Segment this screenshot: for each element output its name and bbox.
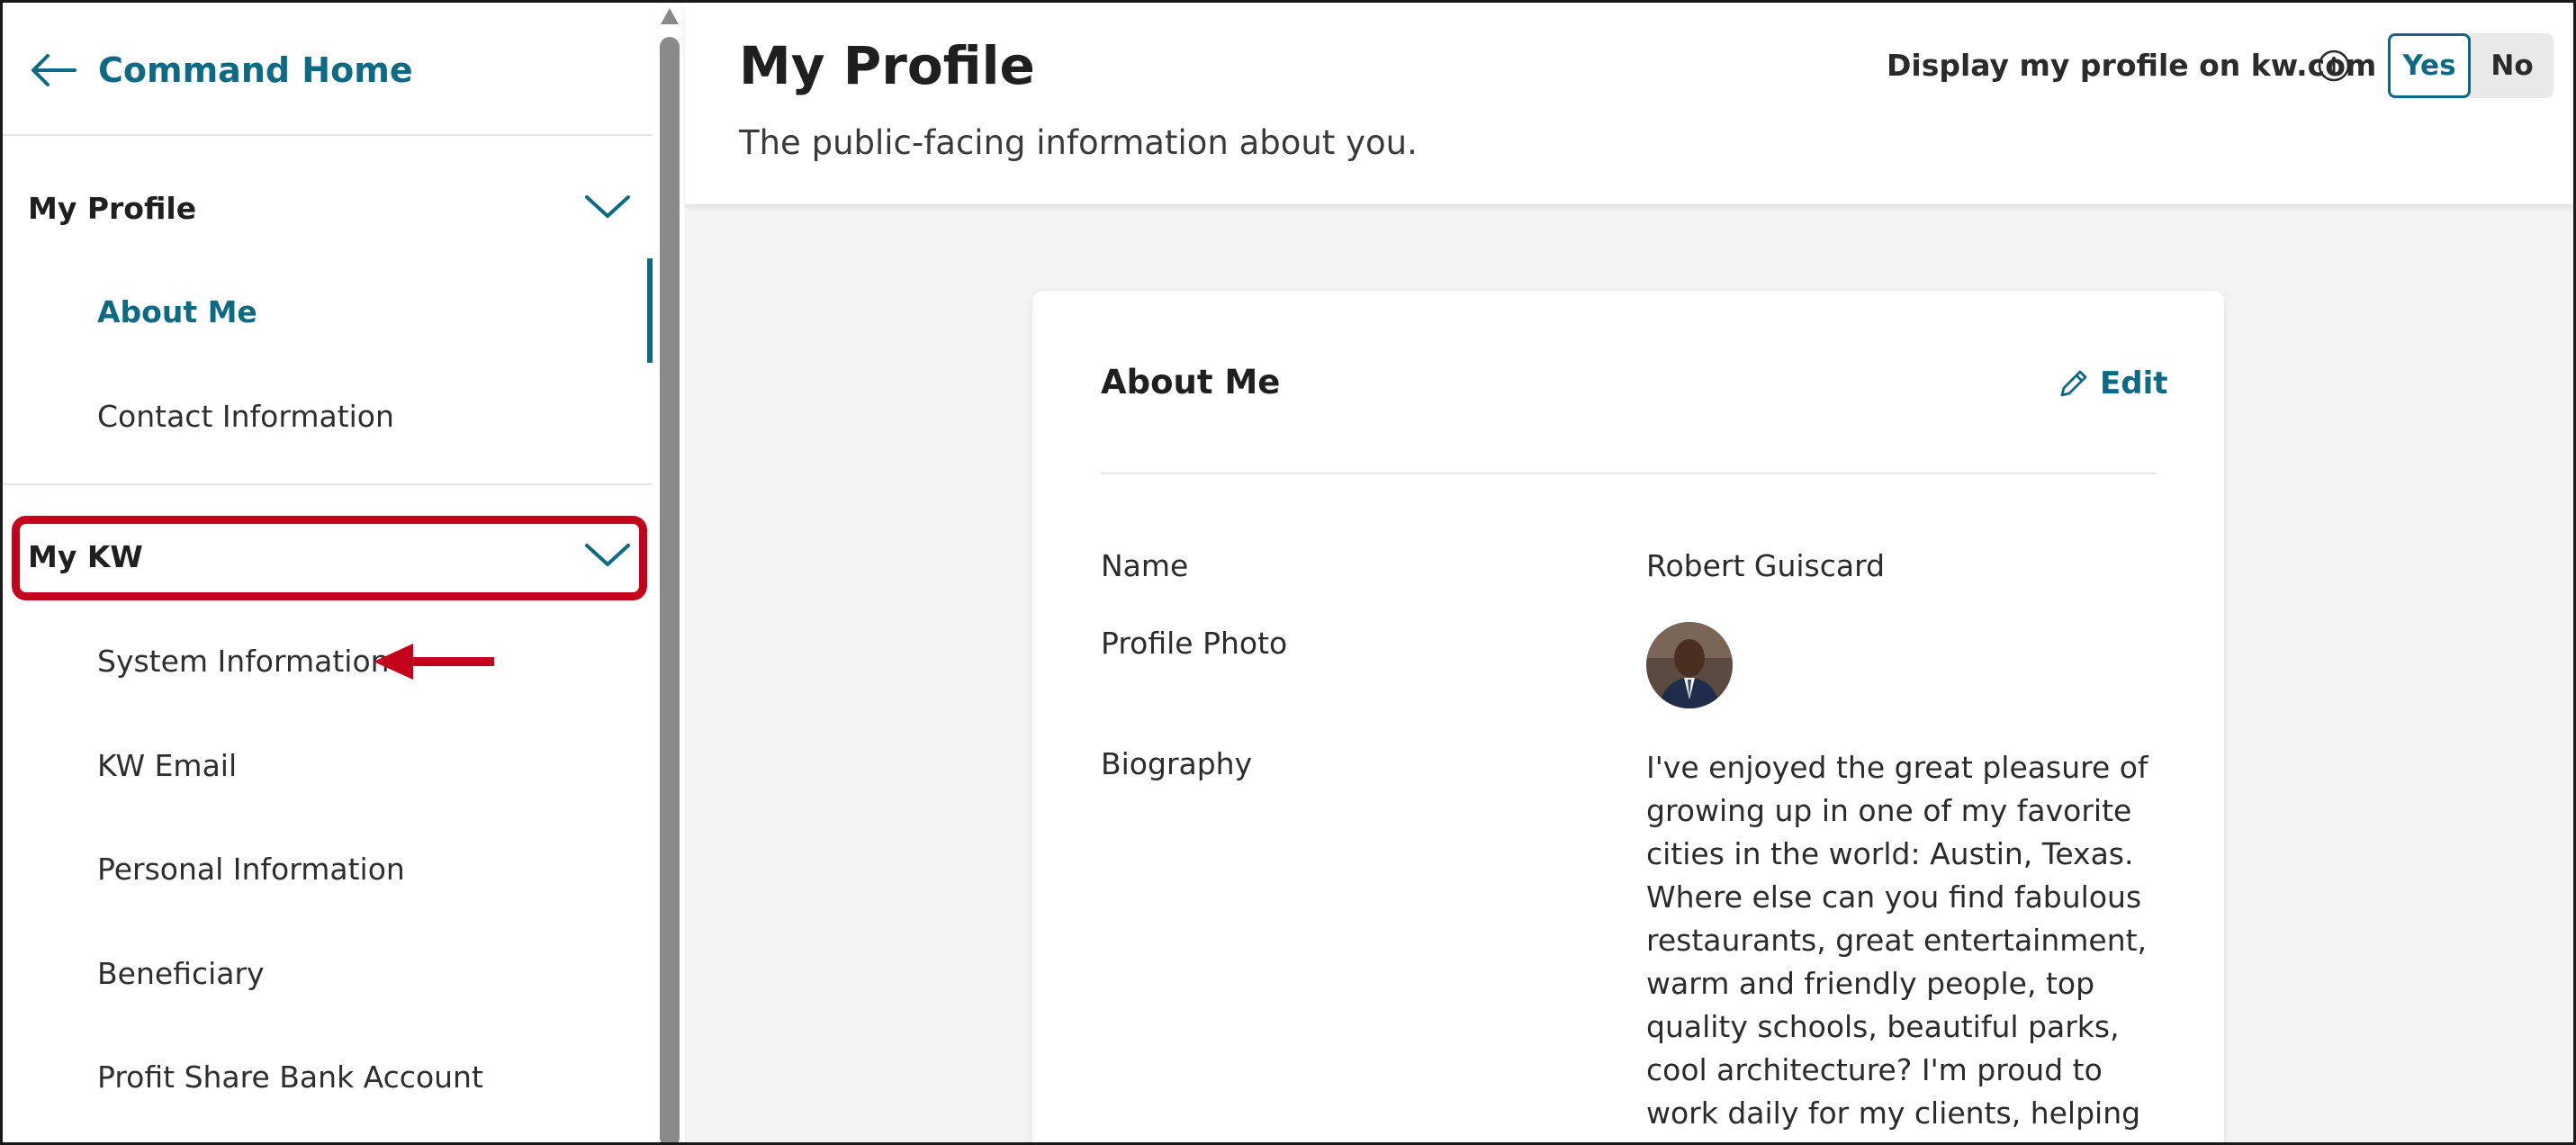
about-me-card: About Me Edit Name Robert Guiscard Profi… (1032, 291, 2224, 1142)
callout-highlight-box (12, 516, 647, 600)
toggle-no-button[interactable]: No (2471, 33, 2553, 98)
card-title: About Me (1101, 363, 1281, 401)
section-my-profile[interactable]: My Profile (28, 176, 631, 239)
page-title: My Profile (739, 35, 1035, 96)
page-subtitle: The public-facing information about you. (739, 123, 1418, 162)
command-home-link[interactable]: Command Home (28, 39, 413, 102)
profile-photo-label: Profile Photo (1101, 626, 1288, 661)
display-profile-label: Display my profile on kw.com (1887, 48, 2377, 83)
section-label: My Profile (28, 190, 197, 226)
card-divider (1101, 473, 2156, 474)
edit-button[interactable]: Edit (2057, 361, 2167, 406)
sidebar: Command Home My Profile About Me Contact… (3, 3, 685, 1142)
sidebar-item-system-information[interactable]: System Information (97, 634, 390, 688)
biography-text: I've enjoyed the great pleasure of growi… (1646, 750, 2148, 1142)
command-home-label: Command Home (98, 50, 413, 90)
callout-arrow-icon (374, 644, 494, 680)
sidebar-item-profit-share-bank-account[interactable]: Profit Share Bank Account (97, 1050, 483, 1104)
scroll-up-icon[interactable] (659, 6, 680, 26)
sidebar-item-beneficiary[interactable]: Beneficiary (97, 946, 265, 1000)
sidebar-item-personal-information[interactable]: Personal Information (97, 842, 405, 896)
chevron-down-icon (584, 193, 631, 223)
pencil-icon (2060, 370, 2087, 397)
arrow-left-icon (32, 54, 77, 86)
sidebar-divider (3, 134, 653, 136)
avatar (1646, 622, 1733, 708)
biography-label: Biography (1101, 746, 1253, 781)
app-frame: Command Home My Profile About Me Contact… (0, 0, 2576, 1145)
sidebar-item-contact-information[interactable]: Contact Information (97, 389, 394, 443)
sidebar-item-kw-email[interactable]: KW Email (97, 738, 237, 792)
page-header: My Profile The public-facing information… (685, 3, 2573, 204)
edit-label: Edit (2100, 365, 2168, 401)
display-profile-toggle: Yes No (2388, 33, 2553, 98)
sidebar-item-about-me[interactable]: About Me (97, 284, 257, 338)
main-content: My Profile The public-facing information… (685, 3, 2573, 1142)
scrollbar-thumb[interactable] (660, 37, 680, 1142)
name-value: Robert Guiscard (1646, 548, 1886, 583)
name-label: Name (1101, 548, 1189, 583)
sidebar-divider (3, 483, 653, 485)
toggle-yes-button[interactable]: Yes (2388, 33, 2471, 98)
info-icon[interactable] (2316, 48, 2352, 84)
